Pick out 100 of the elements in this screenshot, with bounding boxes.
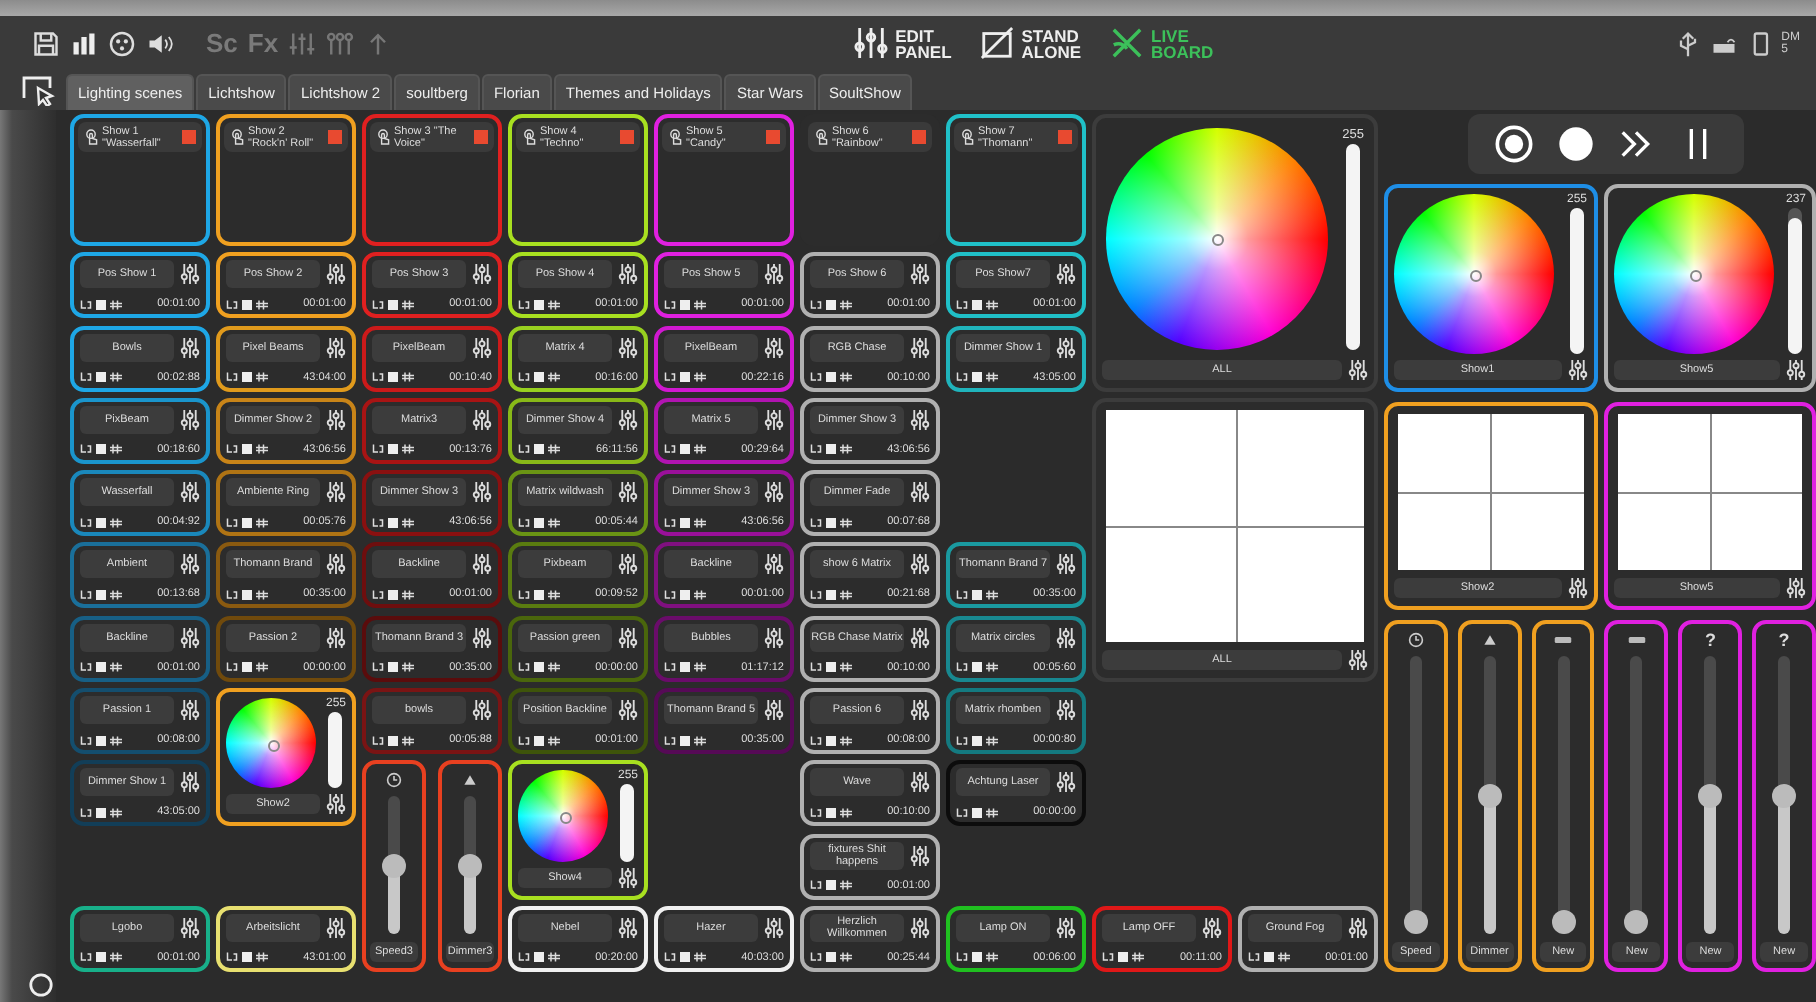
fader-handle[interactable]: [1772, 783, 1797, 807]
brightness-slider[interactable]: [1346, 144, 1361, 350]
settings-sliders-icon[interactable]: [180, 770, 200, 795]
smiley-icon[interactable]: [108, 29, 136, 57]
settings-sliders-icon[interactable]: [910, 625, 930, 650]
brightness-slider[interactable]: [1569, 208, 1584, 354]
bar-chart-icon[interactable]: [70, 29, 98, 57]
brightness-slider[interactable]: [1788, 208, 1803, 354]
settings-sliders-icon[interactable]: [180, 262, 200, 287]
settings-sliders-icon[interactable]: [180, 698, 200, 723]
settings-sliders-icon[interactable]: [326, 552, 346, 577]
settings-sliders-icon[interactable]: [618, 552, 638, 577]
settings-sliders-icon[interactable]: [618, 915, 638, 940]
settings-sliders-icon[interactable]: [1056, 625, 1076, 650]
mode-button[interactable]: STAND ALONE: [979, 26, 1081, 60]
mode-button[interactable]: LIVE BOARD: [1109, 26, 1214, 60]
fader-track[interactable]: [1778, 656, 1791, 934]
settings-sliders-icon[interactable]: [764, 915, 784, 940]
color-wheel[interactable]: [1394, 194, 1554, 354]
settings-sliders-icon[interactable]: [1348, 647, 1368, 672]
settings-sliders-icon[interactable]: [910, 915, 930, 940]
settings-sliders-icon[interactable]: [910, 335, 930, 360]
settings-sliders-icon[interactable]: [472, 480, 492, 505]
settings-sliders-icon[interactable]: [1056, 698, 1076, 723]
settings-sliders-icon[interactable]: [910, 480, 930, 505]
settings-sliders-icon[interactable]: [1348, 357, 1368, 382]
settings-sliders-icon[interactable]: [910, 770, 930, 795]
color-wheel[interactable]: [226, 698, 317, 789]
settings-sliders-icon[interactable]: [618, 335, 638, 360]
settings-sliders-icon[interactable]: [180, 480, 200, 505]
settings-sliders-icon[interactable]: [472, 407, 492, 432]
fader-handle[interactable]: [1551, 910, 1576, 934]
brightness-slider[interactable]: [620, 784, 635, 862]
settings-sliders-icon[interactable]: [326, 792, 346, 817]
settings-sliders-icon[interactable]: [1786, 576, 1806, 600]
fader-handle[interactable]: [1624, 910, 1649, 934]
settings-sliders-icon[interactable]: [1056, 262, 1076, 287]
settings-sliders-icon[interactable]: [180, 552, 200, 577]
settings-sliders-icon[interactable]: [180, 625, 200, 650]
settings-sliders-icon[interactable]: [472, 262, 492, 287]
settings-sliders-icon[interactable]: [326, 407, 346, 432]
fader-track[interactable]: [1630, 656, 1643, 934]
settings-sliders-icon[interactable]: [618, 262, 638, 287]
settings-sliders-icon[interactable]: [910, 407, 930, 432]
sliders-icon[interactable]: [326, 29, 355, 57]
settings-sliders-icon[interactable]: [1056, 335, 1076, 360]
settings-sliders-icon[interactable]: [472, 625, 492, 650]
settings-sliders-icon[interactable]: [1202, 915, 1222, 940]
settings-sliders-icon[interactable]: [326, 915, 346, 940]
settings-sliders-icon[interactable]: [764, 335, 784, 360]
color-wheel[interactable]: [518, 770, 609, 862]
settings-sliders-icon[interactable]: [1348, 915, 1368, 940]
settings-sliders-icon[interactable]: [472, 698, 492, 723]
settings-sliders-icon[interactable]: [764, 480, 784, 505]
settings-sliders-icon[interactable]: [1056, 915, 1076, 940]
settings-sliders-icon[interactable]: [764, 262, 784, 287]
settings-sliders-icon[interactable]: [326, 625, 346, 650]
color-wheel[interactable]: [1613, 194, 1773, 354]
settings-sliders-icon[interactable]: [180, 915, 200, 940]
fader-handle[interactable]: [458, 853, 482, 878]
fader-handle[interactable]: [1477, 783, 1502, 807]
fader-track[interactable]: [1483, 656, 1496, 934]
settings-sliders-icon[interactable]: [764, 407, 784, 432]
settings-sliders-icon[interactable]: [1056, 770, 1076, 795]
settings-sliders-icon[interactable]: [180, 407, 200, 432]
fader-track[interactable]: [464, 796, 476, 934]
fader-handle[interactable]: [1403, 910, 1428, 934]
settings-sliders-icon[interactable]: [1786, 358, 1806, 382]
circle-icon[interactable]: [28, 972, 54, 998]
settings-sliders-icon[interactable]: [910, 262, 930, 287]
fader-track[interactable]: [1409, 656, 1422, 934]
fader-handle[interactable]: [1698, 783, 1723, 807]
settings-sliders-icon[interactable]: [472, 552, 492, 577]
mode-button[interactable]: EDIT PANEL: [853, 26, 952, 60]
brightness-slider[interactable]: [328, 712, 343, 789]
settings-sliders-icon[interactable]: [910, 552, 930, 577]
settings-sliders-icon[interactable]: [326, 335, 346, 360]
settings-sliders-icon[interactable]: [618, 865, 638, 890]
fader-handle[interactable]: [382, 853, 406, 878]
record-icon[interactable]: [1494, 124, 1535, 164]
fader-track[interactable]: [388, 796, 400, 934]
settings-sliders-icon[interactable]: [618, 698, 638, 723]
settings-sliders-icon[interactable]: [910, 843, 930, 868]
circle-icon[interactable]: [1555, 124, 1596, 164]
fader-track[interactable]: [1557, 656, 1570, 934]
settings-sliders-icon[interactable]: [618, 480, 638, 505]
settings-sliders-icon[interactable]: [910, 698, 930, 723]
settings-sliders-icon[interactable]: [764, 698, 784, 723]
settings-sliders-icon[interactable]: [180, 335, 200, 360]
settings-sliders-icon[interactable]: [326, 480, 346, 505]
sliders-icon[interactable]: [288, 29, 317, 57]
settings-sliders-icon[interactable]: [472, 335, 492, 360]
settings-sliders-icon[interactable]: [618, 407, 638, 432]
selection-cursor-icon[interactable]: [20, 74, 56, 106]
speaker-icon[interactable]: [146, 29, 174, 57]
settings-sliders-icon[interactable]: [618, 625, 638, 650]
fader-track[interactable]: [1704, 656, 1717, 934]
settings-sliders-icon[interactable]: [764, 552, 784, 577]
settings-sliders-icon[interactable]: [1567, 358, 1587, 382]
save-icon[interactable]: [32, 29, 60, 57]
